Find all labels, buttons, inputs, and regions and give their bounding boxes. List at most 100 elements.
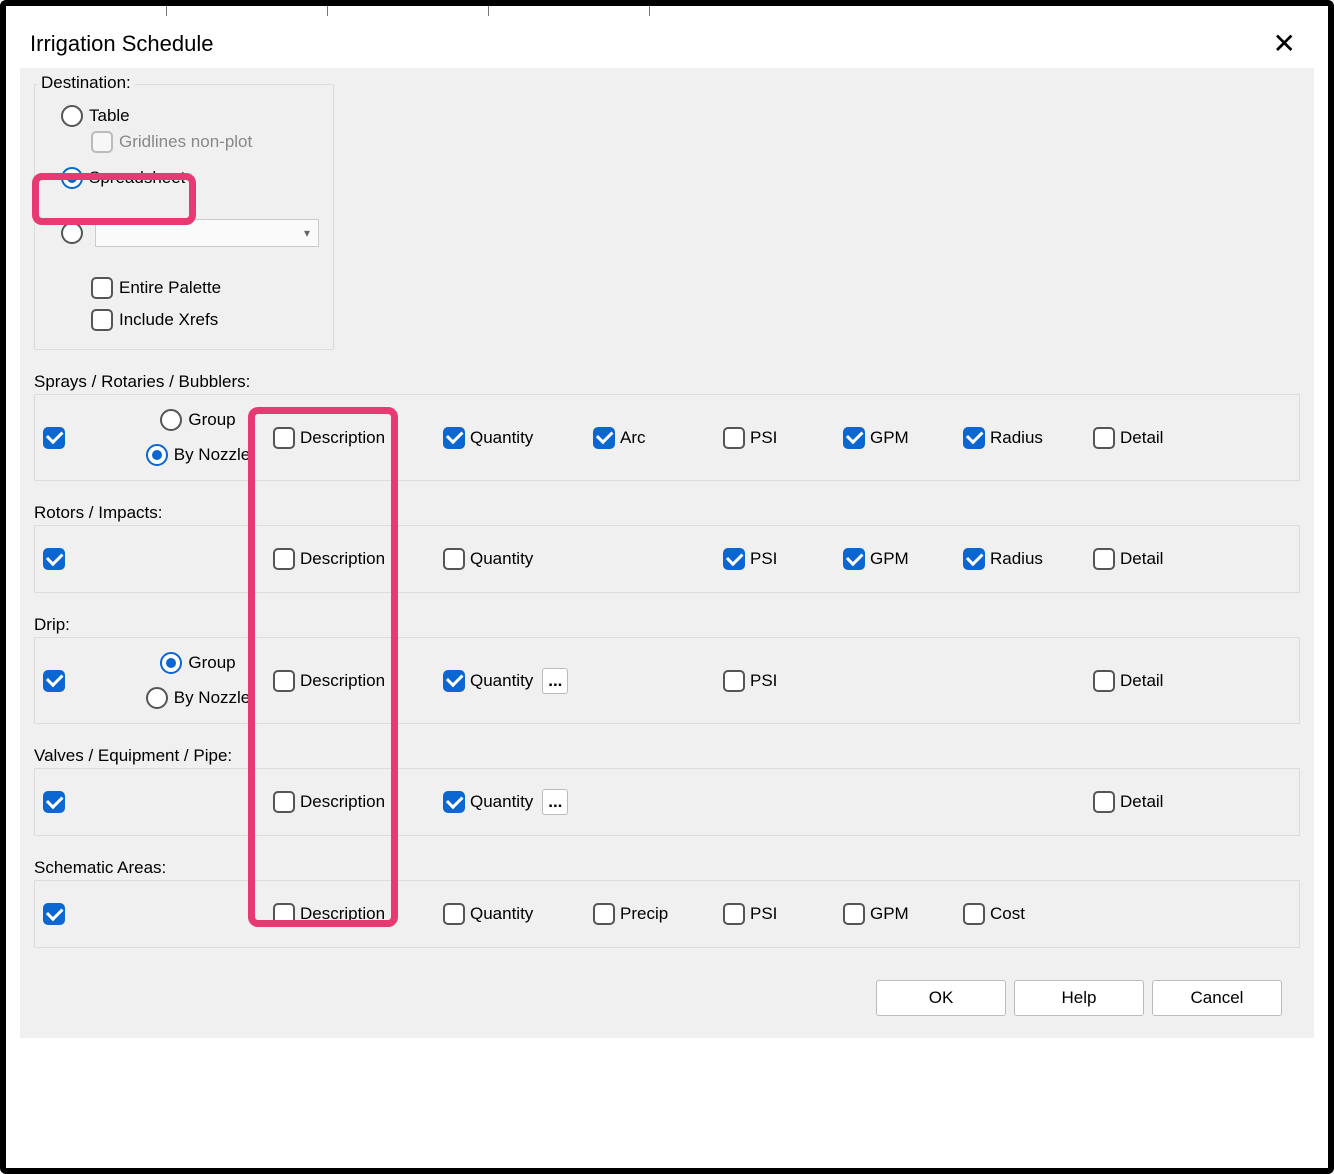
valves-quantity-checkbox[interactable] <box>443 791 465 813</box>
sprays-gpm-label: GPM <box>870 428 909 448</box>
sprays-radius-checkbox[interactable] <box>963 427 985 449</box>
sprays-radius-label: Radius <box>990 428 1043 448</box>
sprays-label: Sprays / Rotaries / Bubblers: <box>34 372 1300 392</box>
sprays-bynozzle-radio[interactable] <box>146 444 168 466</box>
rotors-description-checkbox[interactable] <box>273 548 295 570</box>
drip-detail-label: Detail <box>1120 671 1163 691</box>
drip-label: Drip: <box>34 615 1300 635</box>
destination-spreadsheet-label: Spreadsheet <box>89 168 185 188</box>
drip-bynozzle-radio[interactable] <box>146 687 168 709</box>
sprays-detail-checkbox[interactable] <box>1093 427 1115 449</box>
schematic-description-label: Description <box>300 904 385 924</box>
rotors-gpm-label: GPM <box>870 549 909 569</box>
sprays-detail-label: Detail <box>1120 428 1163 448</box>
rotors-radius-checkbox[interactable] <box>963 548 985 570</box>
dialog-body: Destination: Table Gridlines non-plot Sp… <box>20 68 1314 1038</box>
destination-group: Destination: Table Gridlines non-plot Sp… <box>34 84 334 350</box>
sprays-psi-label: PSI <box>750 428 777 448</box>
schematic-enable-checkbox[interactable] <box>43 903 65 925</box>
valves-detail-checkbox[interactable] <box>1093 791 1115 813</box>
chevron-down-icon: ▾ <box>304 226 310 240</box>
drip-description-checkbox[interactable] <box>273 670 295 692</box>
destination-spreadsheet-radio[interactable] <box>61 167 83 189</box>
rotors-gpm-checkbox[interactable] <box>843 548 865 570</box>
schematic-gpm-label: GPM <box>870 904 909 924</box>
sprays-quantity-label: Quantity <box>470 428 533 448</box>
rotors-description-label: Description <box>300 549 385 569</box>
help-button[interactable]: Help <box>1014 980 1144 1016</box>
valves-row: Description Quantity... Detail <box>34 768 1300 836</box>
drip-group-label: Group <box>188 653 235 673</box>
drip-enable-checkbox[interactable] <box>43 670 65 692</box>
destination-table-label: Table <box>89 106 130 126</box>
valves-enable-checkbox[interactable] <box>43 791 65 813</box>
drip-psi-label: PSI <box>750 671 777 691</box>
rotors-detail-checkbox[interactable] <box>1093 548 1115 570</box>
drip-group-radio[interactable] <box>160 652 182 674</box>
rotors-psi-checkbox[interactable] <box>723 548 745 570</box>
schematic-psi-checkbox[interactable] <box>723 903 745 925</box>
sprays-psi-checkbox[interactable] <box>723 427 745 449</box>
sprays-arc-checkbox[interactable] <box>593 427 615 449</box>
drip-quantity-more-button[interactable]: ... <box>542 668 568 694</box>
destination-legend: Destination: <box>37 73 135 93</box>
schematic-description-checkbox[interactable] <box>273 903 295 925</box>
schematic-quantity-checkbox[interactable] <box>443 903 465 925</box>
irrigation-schedule-dialog: Irrigation Schedule ✕ Destination: Table… <box>20 20 1314 1040</box>
rotors-quantity-checkbox[interactable] <box>443 548 465 570</box>
valves-description-checkbox[interactable] <box>273 791 295 813</box>
drip-bynozzle-label: By Nozzle <box>174 688 251 708</box>
close-icon[interactable]: ✕ <box>1273 30 1296 58</box>
destination-table-radio[interactable] <box>61 105 83 127</box>
schematic-cost-label: Cost <box>990 904 1025 924</box>
drip-quantity-checkbox[interactable] <box>443 670 465 692</box>
sprays-group-radio[interactable] <box>160 409 182 431</box>
drip-detail-checkbox[interactable] <box>1093 670 1115 692</box>
sprays-group-label: Group <box>188 410 235 430</box>
rotors-enable-checkbox[interactable] <box>43 548 65 570</box>
schematic-cost-checkbox[interactable] <box>963 903 985 925</box>
sprays-description-label: Description <box>300 428 385 448</box>
sprays-enable-checkbox[interactable] <box>43 427 65 449</box>
sprays-bynozzle-label: By Nozzle <box>174 445 251 465</box>
schematic-precip-checkbox[interactable] <box>593 903 615 925</box>
valves-quantity-label: Quantity <box>470 792 533 812</box>
sprays-arc-label: Arc <box>620 428 646 448</box>
drip-row: Group By Nozzle Description Quantity... … <box>34 637 1300 724</box>
destination-other-radio[interactable] <box>61 222 83 244</box>
schematic-precip-label: Precip <box>620 904 668 924</box>
drip-description-label: Description <box>300 671 385 691</box>
drip-psi-checkbox[interactable] <box>723 670 745 692</box>
drip-quantity-label: Quantity <box>470 671 533 691</box>
gridlines-label: Gridlines non-plot <box>119 132 252 152</box>
include-xrefs-checkbox[interactable] <box>91 309 113 331</box>
schematic-gpm-checkbox[interactable] <box>843 903 865 925</box>
dialog-title: Irrigation Schedule <box>30 31 213 57</box>
valves-quantity-more-button[interactable]: ... <box>542 789 568 815</box>
entire-palette-checkbox[interactable] <box>91 277 113 299</box>
valves-detail-label: Detail <box>1120 792 1163 812</box>
footer-buttons: OK Help Cancel <box>876 980 1282 1016</box>
valves-label: Valves / Equipment / Pipe: <box>34 746 1300 766</box>
titlebar: Irrigation Schedule ✕ <box>20 20 1314 68</box>
cancel-button[interactable]: Cancel <box>1152 980 1282 1016</box>
destination-select[interactable]: ▾ <box>95 219 319 247</box>
sprays-gpm-checkbox[interactable] <box>843 427 865 449</box>
valves-description-label: Description <box>300 792 385 812</box>
sprays-quantity-checkbox[interactable] <box>443 427 465 449</box>
sprays-description-checkbox[interactable] <box>273 427 295 449</box>
rotors-radius-label: Radius <box>990 549 1043 569</box>
ok-button[interactable]: OK <box>876 980 1006 1016</box>
entire-palette-label: Entire Palette <box>119 278 221 298</box>
rotors-quantity-label: Quantity <box>470 549 533 569</box>
gridlines-checkbox <box>91 131 113 153</box>
schematic-label: Schematic Areas: <box>34 858 1300 878</box>
rotors-detail-label: Detail <box>1120 549 1163 569</box>
rotors-psi-label: PSI <box>750 549 777 569</box>
schematic-row: Description Quantity Precip PSI GPM Cost <box>34 880 1300 948</box>
schematic-psi-label: PSI <box>750 904 777 924</box>
include-xrefs-label: Include Xrefs <box>119 310 218 330</box>
rotors-label: Rotors / Impacts: <box>34 503 1300 523</box>
rotors-row: Description Quantity PSI GPM Radius Deta… <box>34 525 1300 593</box>
sprays-row: Group By Nozzle Description Quantity Arc… <box>34 394 1300 481</box>
